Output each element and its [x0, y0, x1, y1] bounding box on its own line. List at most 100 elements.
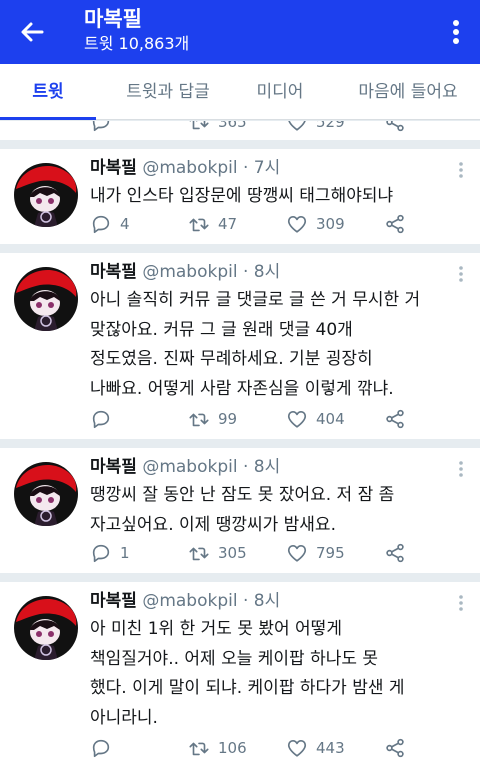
like-button[interactable]: 443 — [286, 734, 345, 762]
tweet-count: 트윗 10,863개 — [84, 34, 190, 53]
tweet-divider — [0, 439, 480, 448]
tweet-text: 아니 솔직히 커뮤 글 댓글로 글 쓴 거 무시한 거 맞잖아요. 커뮤 그 글… — [90, 290, 421, 399]
tweet-handle-time: @mabokpil · 8시 — [142, 591, 281, 611]
tweet-text: 아 미친 1위 한 거도 못 봤어 어떻게 책임질거야.. 어제 오늘 케이팝 … — [90, 619, 405, 728]
reply-icon — [92, 739, 110, 758]
tweet-menu-button[interactable] — [456, 460, 466, 478]
retweet-count: 99 — [218, 410, 238, 428]
share-button[interactable] — [384, 539, 406, 567]
avatar[interactable] — [14, 596, 78, 660]
share-button[interactable] — [384, 405, 406, 433]
avatar-image — [14, 267, 78, 331]
like-button[interactable]: 529 — [286, 121, 345, 136]
avatar-image — [14, 163, 78, 227]
active-tab-indicator — [0, 117, 96, 120]
retweet-icon — [189, 547, 209, 561]
app-bar: 마복필 트윗 10,863개 — [0, 0, 480, 64]
tab-tweets[interactable]: 트윗 — [0, 64, 96, 120]
reply-button[interactable] — [90, 734, 120, 762]
reply-button[interactable]: 4 — [90, 210, 130, 238]
back-button[interactable] — [14, 14, 50, 50]
tweet-header: 마복필 @mabokpil · 8시 — [90, 588, 280, 614]
like-button[interactable]: 309 — [286, 210, 345, 238]
chevron-down-icon — [459, 266, 463, 282]
tweet-header: 마복필 @mabokpil · 8시 — [90, 454, 280, 480]
heart-icon — [287, 216, 307, 233]
share-icon — [386, 738, 404, 758]
share-icon — [386, 543, 404, 563]
retweet-icon — [189, 413, 209, 427]
tweet-author-name[interactable]: 마복필 — [90, 457, 137, 477]
partial-tweet[interactable]: 365 529 — [0, 121, 480, 140]
like-count: 309 — [316, 215, 345, 233]
avatar-image — [14, 462, 78, 526]
profile-tabs: 트윗 트윗과 답글 미디어 마음에 들어요 — [0, 64, 480, 120]
tweet-header: 마복필 @mabokpil · 8시 — [90, 259, 280, 285]
profile-name: 마복필 — [84, 7, 142, 31]
tweet[interactable]: 마복필 @mabokpil · 8시 아 미친 1위 한 거도 못 봤어 어떻게… — [0, 582, 480, 776]
heart-icon — [287, 411, 307, 428]
avatar[interactable] — [14, 163, 78, 227]
share-icon — [386, 121, 404, 132]
tweet-actions: 4 47 309 — [90, 210, 470, 238]
like-button[interactable]: 795 — [286, 539, 345, 567]
tweet[interactable]: 마복필 @mabokpil · 8시 아니 솔직히 커뮤 글 댓글로 글 쓴 거… — [0, 253, 480, 439]
share-button[interactable] — [384, 210, 406, 238]
tweet-author-name[interactable]: 마복필 — [90, 262, 137, 282]
retweet-count: 106 — [218, 739, 247, 757]
tab-likes[interactable]: 마음에 들어요 — [336, 64, 480, 120]
tweet-divider — [0, 140, 480, 149]
tweet-header: 마복필 @mabokpil · 7시 — [90, 155, 280, 181]
chevron-down-icon — [459, 162, 463, 178]
retweet-count: 47 — [218, 215, 238, 233]
retweet-button[interactable]: 365 — [188, 121, 247, 136]
like-count: 404 — [316, 410, 345, 428]
tweet-feed[interactable]: 365 529 마복필 @mabokpil · 7시 내가 인스타 입장문에 땅… — [0, 121, 480, 776]
more-vertical-icon — [453, 20, 459, 44]
more-options-button[interactable] — [444, 16, 468, 48]
reply-button[interactable] — [90, 121, 112, 136]
tweet-menu-button[interactable] — [456, 265, 466, 283]
avatar[interactable] — [14, 267, 78, 331]
retweet-icon — [189, 742, 209, 756]
retweet-button[interactable]: 99 — [188, 405, 237, 433]
share-button[interactable] — [384, 734, 406, 762]
tab-tweets-and-replies[interactable]: 트윗과 답글 — [104, 64, 232, 120]
share-icon — [386, 409, 404, 429]
tweet-actions: 1 305 795 — [90, 539, 470, 567]
reply-button[interactable] — [90, 405, 120, 433]
tweet-actions: 99 404 — [90, 405, 470, 433]
tweet-menu-button[interactable] — [456, 594, 466, 612]
tweet-author-name[interactable]: 마복필 — [90, 158, 137, 178]
retweet-button[interactable]: 47 — [188, 210, 237, 238]
tab-media[interactable]: 미디어 — [238, 64, 322, 120]
reply-count: 1 — [120, 544, 130, 562]
like-button[interactable]: 404 — [286, 405, 345, 433]
tweet[interactable]: 마복필 @mabokpil · 8시 땡깡씨 잘 동안 난 잠도 못 잤어요. … — [0, 448, 480, 573]
tweet-divider — [0, 573, 480, 582]
tweet-menu-button[interactable] — [456, 161, 466, 179]
retweet-button[interactable]: 305 — [188, 539, 247, 567]
heart-icon — [287, 545, 307, 562]
share-button[interactable] — [384, 121, 406, 136]
tweet[interactable]: 마복필 @mabokpil · 7시 내가 인스타 입장문에 땅깽씨 태그해야되… — [0, 149, 480, 244]
avatar[interactable] — [14, 462, 78, 526]
retweet-button[interactable]: 106 — [188, 734, 247, 762]
tweet-author-name[interactable]: 마복필 — [90, 591, 137, 611]
reply-count: 4 — [120, 215, 130, 233]
tweet-handle-time: @mabokpil · 7시 — [142, 158, 281, 178]
heart-icon — [287, 740, 307, 757]
chevron-down-icon — [459, 595, 463, 611]
avatar-image — [14, 596, 78, 660]
retweet-count: 305 — [218, 544, 247, 562]
like-count: 795 — [316, 544, 345, 562]
tweet-actions: 106 443 — [90, 734, 470, 762]
tweet-text: 내가 인스타 입장문에 땅깽씨 태그해야되냐 — [90, 186, 394, 206]
heart-icon — [288, 121, 306, 131]
tweet-handle-time: @mabokpil · 8시 — [142, 457, 281, 477]
tweet-handle-time: @mabokpil · 8시 — [142, 262, 281, 282]
retweet-icon — [189, 121, 209, 130]
reply-button[interactable]: 1 — [90, 539, 130, 567]
tweet-actions: 365 529 — [90, 121, 470, 136]
tweet-divider — [0, 244, 480, 253]
